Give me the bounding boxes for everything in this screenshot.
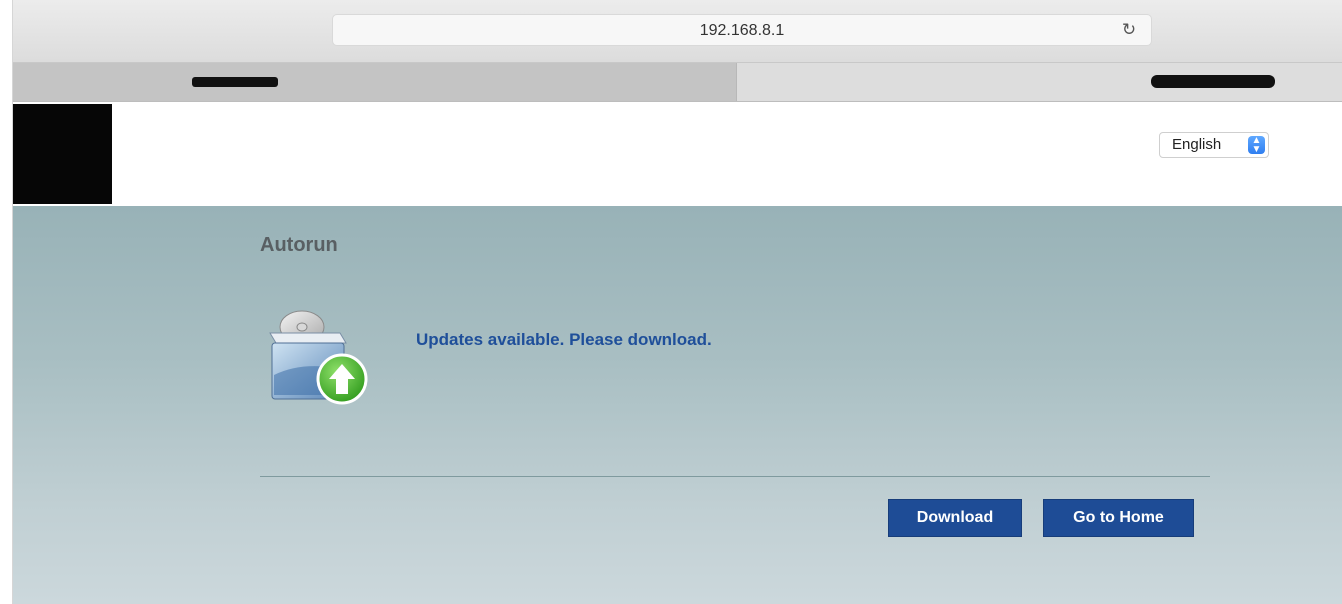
update-message: Updates available. Please download. <box>416 330 712 349</box>
main-content: Autorun Updates available. Please downlo… <box>12 206 1342 604</box>
divider <box>260 476 1210 477</box>
window-edge <box>0 0 13 604</box>
go-to-home-button[interactable]: Go to Home <box>1043 499 1194 537</box>
reload-icon[interactable]: ↻ <box>1119 20 1139 40</box>
address-bar[interactable]: 192.168.8.1 ↻ <box>332 14 1152 46</box>
update-package-icon <box>269 310 368 405</box>
tab-active[interactable] <box>12 63 736 101</box>
redacted-logo <box>12 104 112 204</box>
page-header: English ▲ ▼ <box>12 102 1342 206</box>
address-text: 192.168.8.1 <box>699 22 785 39</box>
browser-toolbar: 192.168.8.1 ↻ <box>12 0 1342 63</box>
language-select[interactable]: English ▲ ▼ <box>1159 132 1269 158</box>
redacted-tab-title <box>192 77 278 87</box>
select-arrows-icon: ▲ ▼ <box>1248 136 1265 155</box>
download-button[interactable]: Download <box>888 499 1022 537</box>
language-selected: English <box>1172 136 1222 153</box>
redacted-tab-title <box>1151 75 1275 88</box>
tab-bar <box>12 63 1342 102</box>
page-title: Autorun <box>260 234 338 256</box>
tab-inactive[interactable] <box>736 63 1342 101</box>
